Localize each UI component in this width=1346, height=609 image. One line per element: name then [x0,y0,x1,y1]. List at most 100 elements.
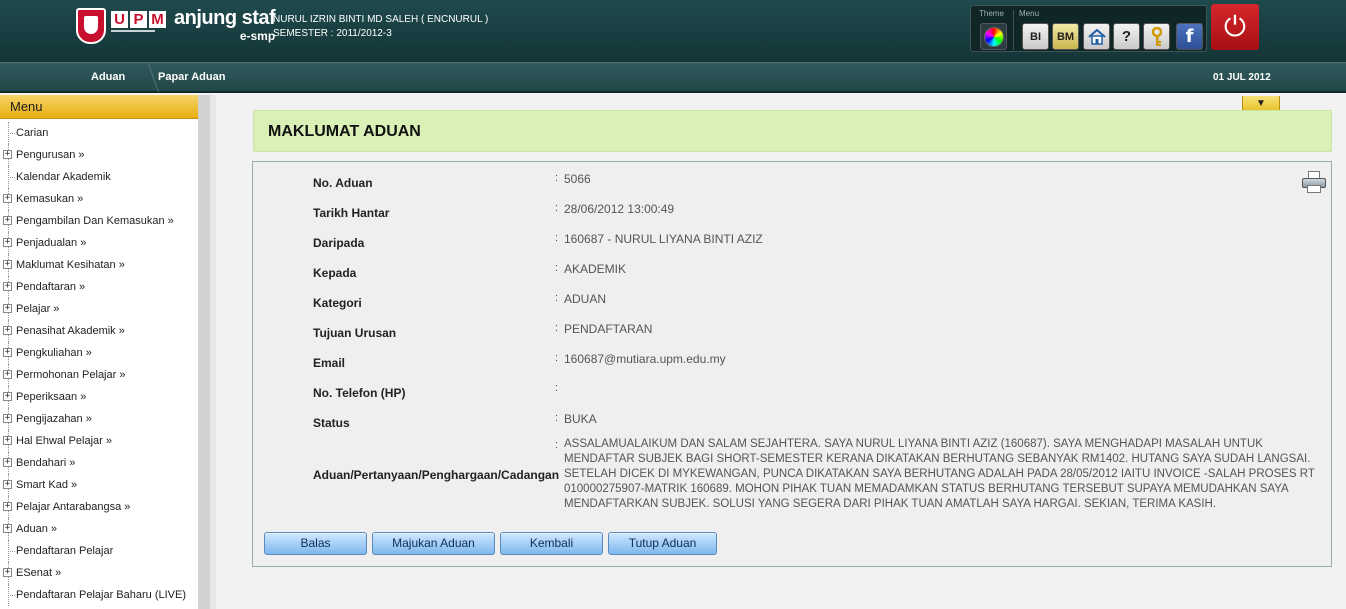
field-label: No. Telefon (HP) [313,386,406,400]
field-value: PENDAFTARAN [564,322,653,336]
brand-main-text: anjung staf [174,7,276,29]
user-info: NURUL IZRIN BINTI MD SALEH ( ENCNURUL ) … [273,13,488,41]
tree-branch [8,133,15,134]
expand-plus-icon[interactable]: + [3,326,12,335]
sidebar-item[interactable]: + Kemasukan » [0,188,198,210]
sidebar-item[interactable]: + Pendaftaran » [0,276,198,298]
expand-plus-icon[interactable]: + [3,436,12,445]
sidebar-item[interactable]: + Pengkuliahan » [0,342,198,364]
reply-button[interactable]: Balas [264,532,367,555]
sidebar-item-label: Peperiksaan » [16,391,87,403]
field-value: 5066 [564,172,591,186]
tree-branch [8,177,15,178]
sidebar-item[interactable]: + Aduan » [0,518,198,540]
sidebar-item[interactable]: + ESenat » [0,562,198,584]
expand-plus-icon[interactable]: + [3,194,12,203]
field-label: Kategori [313,296,362,310]
expand-plus-icon[interactable]: + [3,370,12,379]
brand-sub-text: e-smp [239,29,276,43]
sidebar-item[interactable]: + Pelajar » [0,298,198,320]
field-colon: : [555,202,559,214]
expand-plus-icon[interactable]: + [3,348,12,357]
upm-letter-m: M [149,11,166,28]
upm-logo[interactable]: U P M anjung staf e-smp [76,7,276,44]
sidebar-item-label: Pelajar Antarabangsa » [16,501,131,513]
facebook-button[interactable]: f [1176,23,1203,50]
field-colon: : [555,382,559,394]
expand-plus-icon[interactable]: + [3,282,12,291]
sidebar-item[interactable]: Pendaftaran Pelajar Baharu (LIVE) [0,584,198,606]
print-icon[interactable] [1302,171,1326,193]
key-icon [1151,26,1162,46]
breadcrumb-separator [134,64,160,92]
field-label: Daripada [313,236,365,250]
field-colon: : [555,439,559,451]
sidebar-item[interactable]: Carian [0,122,198,144]
sidebar-item[interactable]: + Pengurusan » [0,144,198,166]
sidebar-item[interactable]: + Bendahari » [0,452,198,474]
sidebar-item[interactable]: + Maklumat Kesihatan » [0,254,198,276]
expand-plus-icon[interactable]: + [3,568,12,577]
sidebar-item-label: Kemasukan » [16,193,84,205]
sidebar: Menu Carian + Pengurusan » Kalendar Akademi… [0,95,210,609]
password-button[interactable] [1143,23,1170,50]
sidebar-item-label: Hal Ehwal Pelajar » [16,435,112,447]
sidebar-item[interactable]: + Peperiksaan » [0,386,198,408]
field-colon: : [555,322,559,334]
expand-plus-icon[interactable]: + [3,260,12,269]
sidebar-item-label: Kalendar Akademik [16,171,111,183]
field-colon: : [555,412,559,424]
field-value: 160687 - NURUL LIYANA BINTI AZIZ [564,232,763,246]
sidebar-item-label: Bendahari » [16,457,76,469]
breadcrumb-papar-aduan[interactable]: Papar Aduan [158,71,225,83]
forward-complaint-button[interactable]: Majukan Aduan [372,532,495,555]
theme-button[interactable] [980,23,1007,50]
sidebar-item-label: Pendaftaran Pelajar Baharu (LIVE) [16,589,186,601]
back-button[interactable]: Kembali [500,532,603,555]
field-value: ADUAN [564,292,607,306]
toolbar-separator [1013,10,1014,50]
expand-plus-icon[interactable]: + [3,524,12,533]
expand-plus-icon[interactable]: + [3,502,12,511]
sidebar-item[interactable]: + Permohonan Pelajar » [0,364,198,386]
logo-divider [111,30,155,32]
sidebar-item[interactable]: + Pelajar Antarabangsa » [0,496,198,518]
expand-plus-icon[interactable]: + [3,414,12,423]
theme-label: Theme [979,9,1004,18]
home-button[interactable] [1083,23,1110,50]
sidebar-item[interactable]: Kalendar Akademik [0,166,198,188]
close-complaint-button[interactable]: Tutup Aduan [608,532,717,555]
language-bm-button[interactable]: BM [1052,23,1079,50]
sidebar-item[interactable]: + Hal Ehwal Pelajar » [0,430,198,452]
expand-plus-icon[interactable]: + [3,216,12,225]
sidebar-item[interactable]: + Penjadualan » [0,232,198,254]
color-wheel-icon [983,26,1004,47]
brand-name: anjung staf e-smp [174,7,276,43]
sidebar-item[interactable]: + Pengijazahan » [0,408,198,430]
expand-plus-icon[interactable]: + [3,480,12,489]
sidebar-item[interactable]: Pendaftaran Pelajar [0,540,198,562]
sidebar-item[interactable]: + Pengambilan Dan Kemasukan » [0,210,198,232]
expand-plus-icon[interactable]: + [3,458,12,467]
expand-plus-icon[interactable]: + [3,392,12,401]
sidebar-item-label: Pengurusan » [16,149,85,161]
home-icon [1087,28,1106,45]
help-button[interactable]: ? [1113,23,1140,50]
logout-button[interactable]: ⏻ [1211,4,1259,50]
tree-branch [8,595,15,596]
breadcrumb-aduan[interactable]: Aduan [91,71,125,83]
page-title: MAKLUMAT ADUAN [253,110,1332,152]
field-label: Status [313,416,350,430]
expand-plus-icon[interactable]: + [3,150,12,159]
sidebar-item[interactable]: + Penasihat Akademik » [0,320,198,342]
app-header: U P M anjung staf e-smp NURUL IZRIN BINT… [0,0,1346,62]
sidebar-item-label: Smart Kad » [16,479,78,491]
sidebar-item[interactable]: + Smart Kad » [0,474,198,496]
sidebar-item-label: Penasihat Akademik » [16,325,125,337]
field-value: BUKA [564,412,597,426]
field-colon: : [555,172,559,184]
field-colon: : [555,352,559,364]
expand-plus-icon[interactable]: + [3,304,12,313]
expand-plus-icon[interactable]: + [3,238,12,247]
language-bi-button[interactable]: BI [1022,23,1049,50]
